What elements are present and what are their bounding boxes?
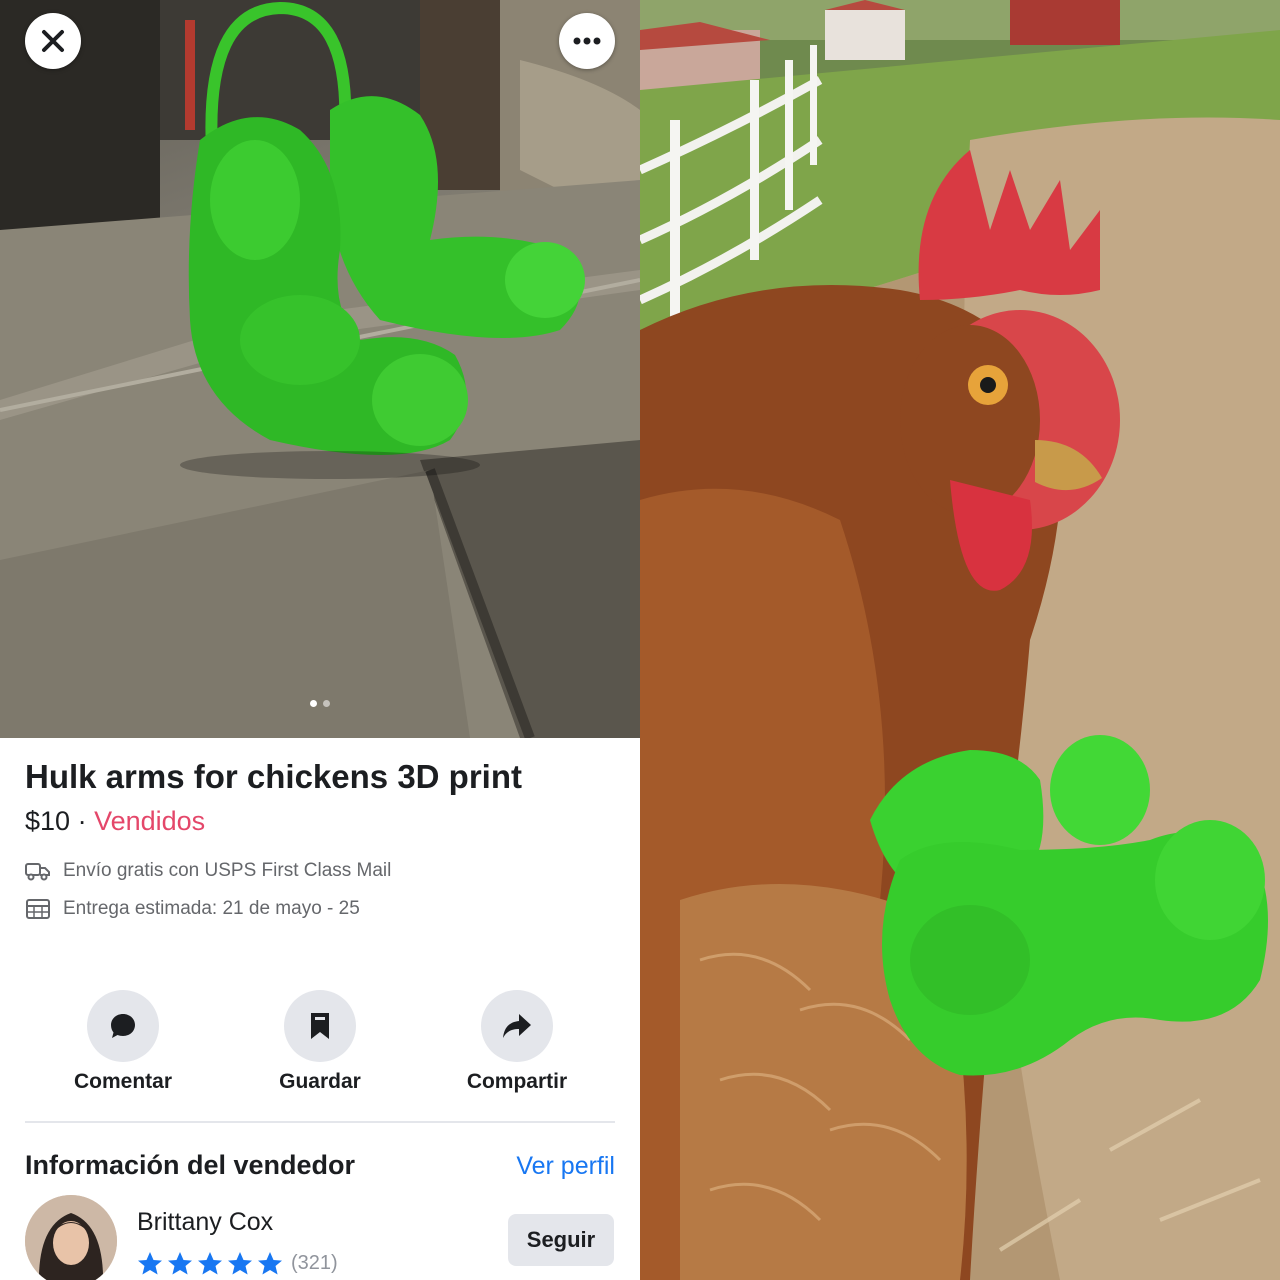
- chicken-photo: [640, 0, 1280, 1280]
- section-divider: [25, 1121, 615, 1123]
- price-line: $10 · Vendidos: [25, 806, 205, 837]
- speech-bubble-icon: [111, 1014, 135, 1038]
- chicken-photo-art: [640, 0, 1280, 1280]
- avatar[interactable]: [25, 1195, 117, 1280]
- star-icon: [228, 1252, 252, 1275]
- product-photo[interactable]: [0, 0, 640, 738]
- share-arrow-icon: [503, 1014, 531, 1038]
- avatar-art: [25, 1195, 117, 1280]
- view-profile-link[interactable]: Ver perfil: [516, 1152, 615, 1181]
- share-label: Compartir: [466, 1070, 568, 1093]
- more-dots-icon: [573, 37, 601, 45]
- delivery-info: Entrega estimada: 21 de mayo - 25: [25, 898, 360, 920]
- star-icon: [168, 1252, 192, 1275]
- product-photo-art: [0, 0, 640, 738]
- rating-count: (321): [291, 1251, 338, 1274]
- sold-status: Vendidos: [94, 806, 206, 836]
- truck-icon: [25, 863, 50, 881]
- shipping-info: Envío gratis con USPS First Class Mail: [25, 860, 391, 882]
- price-separator: ·: [70, 806, 95, 836]
- comment-icon-circle: [87, 990, 159, 1062]
- composite-image: Hulk arms for chickens 3D print $10 · Ve…: [0, 0, 1280, 1280]
- pagination-dot[interactable]: [310, 700, 317, 707]
- share-button[interactable]: Compartir: [427, 990, 607, 1094]
- seller-rating: (321): [137, 1250, 338, 1276]
- shipping-text: Envío gratis con USPS First Class Mail: [63, 860, 392, 881]
- follow-button[interactable]: Seguir: [508, 1214, 614, 1266]
- comment-button[interactable]: Comentar: [33, 990, 213, 1094]
- save-button[interactable]: Guardar: [230, 990, 410, 1094]
- comment-label: Comentar: [73, 1070, 173, 1093]
- share-icon-circle: [481, 990, 553, 1062]
- star-icon: [198, 1252, 222, 1275]
- seller-name[interactable]: Brittany Cox: [137, 1208, 273, 1237]
- save-label: Guardar: [279, 1070, 361, 1093]
- seller-info-heading: Información del vendedor: [25, 1150, 356, 1180]
- listing-title: Hulk arms for chickens 3D print: [25, 758, 522, 795]
- save-icon-circle: [284, 990, 356, 1062]
- pagination-dot[interactable]: [323, 700, 330, 707]
- star-icon: [258, 1252, 282, 1275]
- marketplace-listing: Hulk arms for chickens 3D print $10 · Ve…: [0, 0, 640, 1280]
- close-icon: [42, 30, 64, 52]
- bookmark-icon: [311, 1013, 329, 1039]
- listing-details: Hulk arms for chickens 3D print $10 · Ve…: [0, 738, 640, 1280]
- star-icon: [138, 1252, 162, 1275]
- delivery-text: Entrega estimada: 21 de mayo - 25: [63, 898, 360, 919]
- close-button[interactable]: [25, 13, 81, 69]
- photo-pagination: [0, 700, 640, 707]
- star-rating-icons: [138, 1252, 282, 1275]
- price: $10: [25, 806, 71, 836]
- calendar-icon: [26, 899, 50, 919]
- more-options-button[interactable]: [559, 13, 615, 69]
